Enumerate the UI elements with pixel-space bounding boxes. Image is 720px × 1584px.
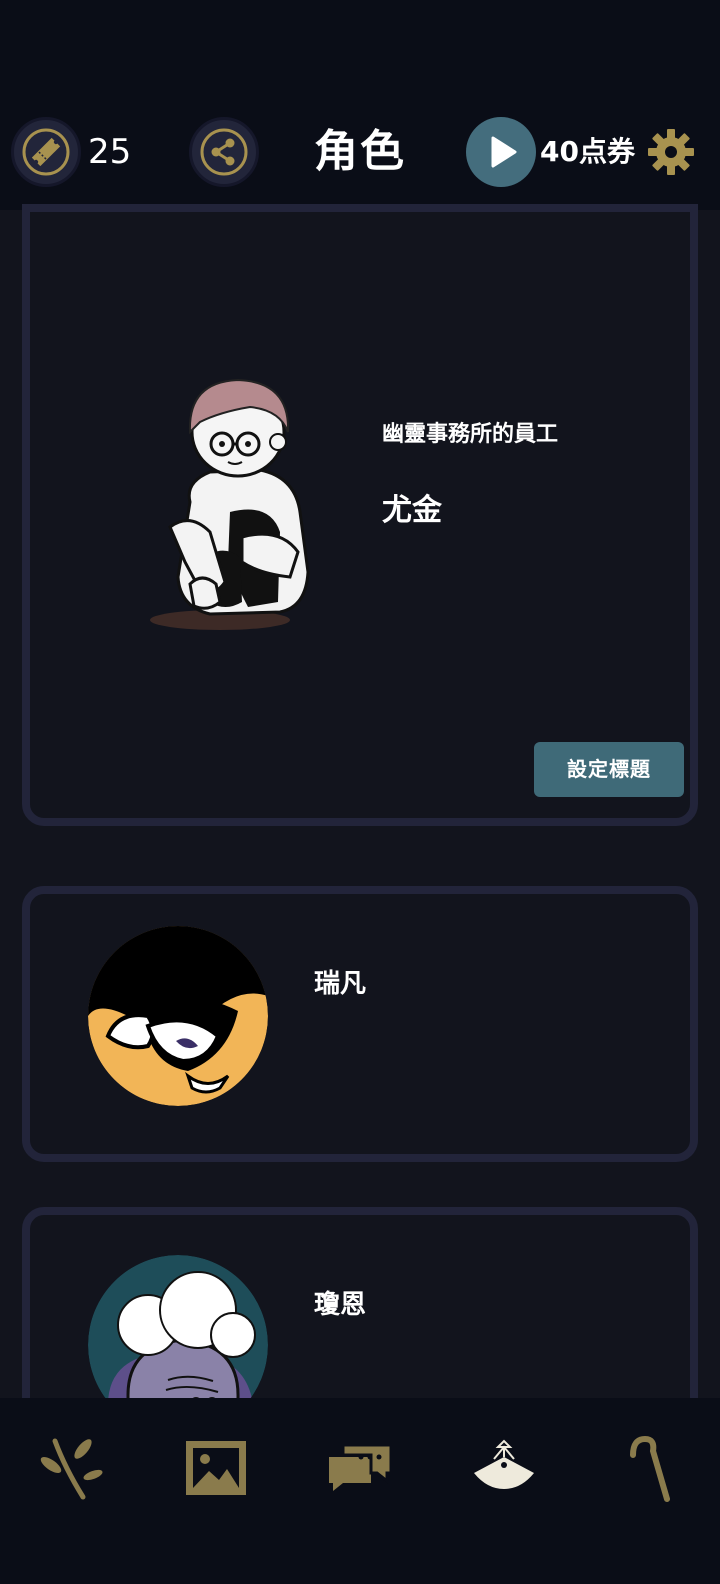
ticket-button[interactable] <box>11 117 81 187</box>
nav-item-gallery[interactable] <box>176 1428 256 1508</box>
settings-button[interactable] <box>646 127 696 177</box>
bottom-navigation <box>0 1398 720 1584</box>
set-title-button[interactable]: 設定標題 <box>534 742 684 797</box>
chat-icon <box>329 1443 393 1491</box>
character-avatar <box>88 926 268 1106</box>
points-label: 40点券 <box>540 135 635 168</box>
gear-icon <box>648 129 694 175</box>
play-icon <box>491 136 517 168</box>
nav-item-branch[interactable] <box>32 1428 112 1508</box>
character-illustration <box>150 378 310 630</box>
top-bar: 25 角色 40点券 <box>0 0 720 210</box>
branch-icon <box>40 1438 103 1500</box>
character-name: 瑞凡 <box>314 969 367 999</box>
character-subtitle: 幽靈事務所的員工 <box>382 422 559 447</box>
ticket-icon <box>22 128 70 176</box>
nav-item-chat[interactable] <box>320 1428 400 1508</box>
ticket-count: 25 <box>88 132 132 172</box>
gallery-icon <box>186 1441 246 1495</box>
share-button[interactable] <box>189 117 259 187</box>
nav-item-cane[interactable] <box>608 1428 688 1508</box>
featured-character-card[interactable]: 幽靈事務所的員工 尤金 設定標題 <box>22 204 698 826</box>
cane-icon <box>630 1435 670 1502</box>
nav-item-fan[interactable] <box>464 1428 544 1508</box>
fan-icon <box>474 1439 534 1489</box>
character-card[interactable]: 瑞凡 <box>22 886 698 1162</box>
share-icon <box>200 128 248 176</box>
character-name: 瓊恩 <box>314 1290 367 1320</box>
watch-video-button[interactable] <box>466 117 536 187</box>
character-name: 尤金 <box>382 493 442 528</box>
page-title: 角色 <box>314 126 406 177</box>
